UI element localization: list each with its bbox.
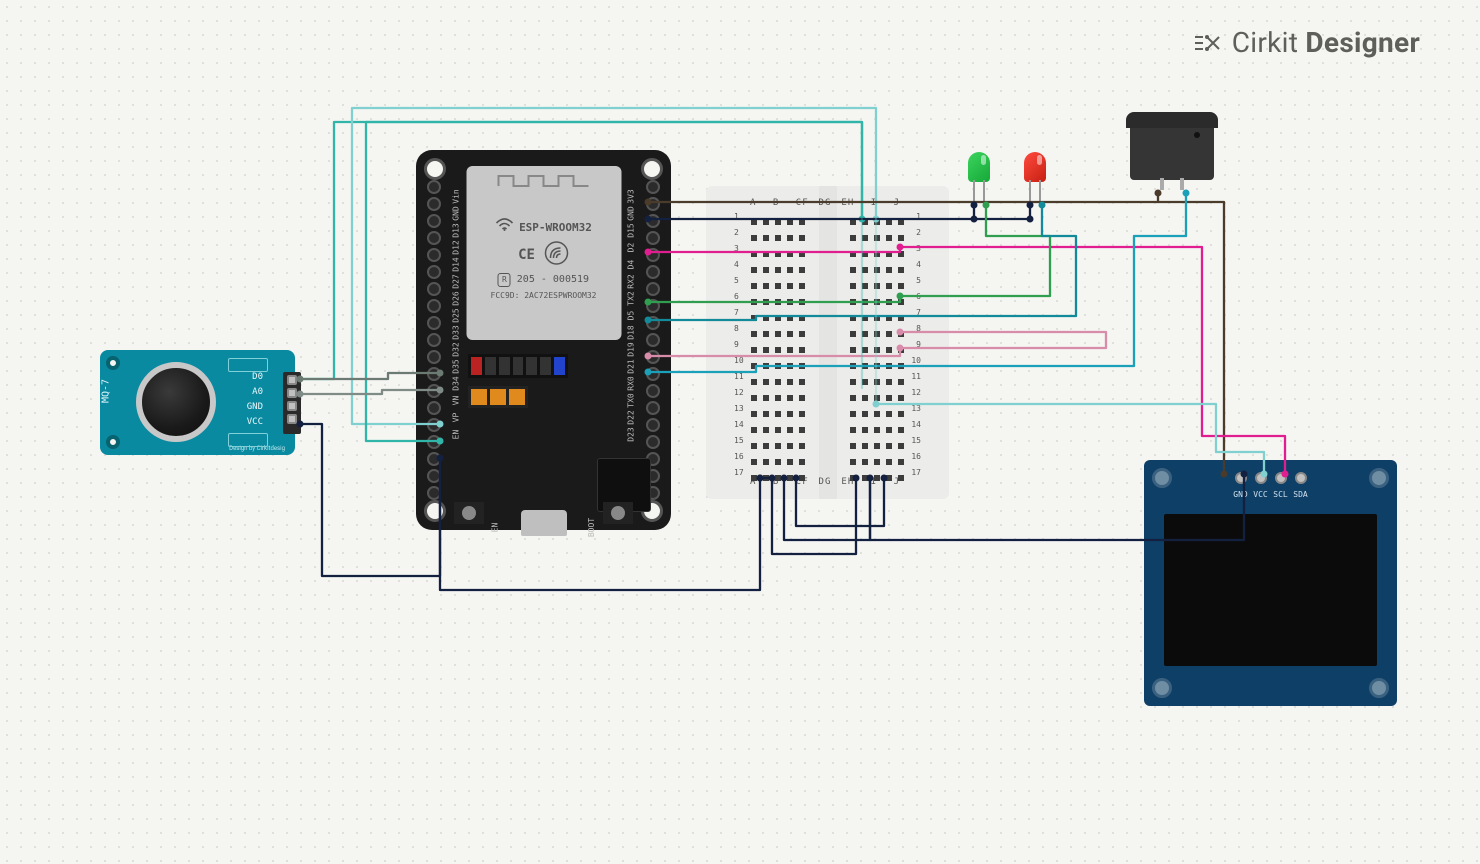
buzzer-body — [1130, 128, 1214, 180]
mq7-pin-vcc: VCC — [247, 417, 263, 427]
mq7-label: MQ-7 — [101, 378, 112, 402]
esp32-pins-left — [424, 178, 444, 501]
esp32-boot-label: BOOT — [587, 518, 596, 537]
logo-product: Designer — [1305, 26, 1420, 59]
breadboard-holes-right — [847, 214, 907, 486]
espressif-icon — [545, 241, 569, 270]
component-esp32[interactable]: ESP-WROOM32 CE R 205 - 000519 FCC9D: 2AC… — [416, 150, 671, 530]
buzzer-top — [1126, 112, 1218, 128]
mount-hole — [424, 158, 446, 180]
esp32-shield-title: ESP-WROOM32 — [519, 220, 592, 235]
component-mq7[interactable]: MQ-7 D0 A0 GND VCC Design by Cirkitdesig — [100, 350, 295, 455]
mount-hole — [106, 435, 120, 449]
mount-hole — [1369, 468, 1389, 488]
esp32-id: 205 - 000519 — [517, 273, 589, 287]
mq7-sensor-cap — [136, 362, 216, 442]
esp32-smd-row — [468, 354, 568, 378]
component-oled[interactable]: GND VCC SCL SDA — [1144, 460, 1397, 706]
mq7-pin-a0: A0 — [252, 387, 263, 397]
app-logo: Cirkit Designer — [1193, 26, 1420, 59]
mq7-pin-d0: D0 — [252, 372, 263, 382]
breadboard-holes-left — [748, 214, 808, 486]
oled-pinlabels: GND VCC SCL SDA — [1232, 490, 1310, 499]
mount-hole — [1369, 678, 1389, 698]
design-canvas[interactable]: Cirkit Designer MQ-7 D0 A0 GND VCC Desig… — [0, 0, 1480, 864]
mq7-pin-gnd: GND — [247, 402, 263, 412]
mount-hole — [424, 500, 446, 522]
esp32-pins-right — [643, 178, 663, 501]
mount-hole — [1152, 678, 1172, 698]
oled-screen — [1164, 514, 1377, 666]
esp32-en-label: EN — [490, 523, 499, 533]
esp32-boot-button[interactable] — [603, 502, 633, 524]
led-cathode — [973, 180, 975, 202]
led-anode — [1039, 180, 1041, 206]
mount-hole — [106, 356, 120, 370]
component-led-red[interactable] — [1024, 152, 1046, 204]
led-bulb — [968, 152, 990, 182]
esp32-smd-row2 — [468, 386, 528, 408]
esp32-usb — [521, 510, 567, 536]
wifi-icon — [495, 218, 513, 237]
logo-brand: Cirkit — [1232, 26, 1298, 59]
mq7-smd — [228, 433, 268, 447]
buzzer-pin-pos — [1180, 178, 1184, 190]
mq7-header — [283, 372, 301, 434]
led-bulb — [1024, 152, 1046, 182]
component-led-green[interactable] — [968, 152, 990, 204]
led-cathode — [1029, 180, 1031, 202]
mount-hole — [1152, 468, 1172, 488]
logo-icon — [1193, 31, 1223, 55]
mount-hole — [641, 158, 663, 180]
led-anode — [983, 180, 985, 206]
esp32-ce: CE — [518, 246, 535, 266]
mq7-smd — [228, 358, 268, 372]
esp32-fcc: FCC9D: 2AC72ESPWROOM32 — [474, 290, 614, 301]
oled-header — [1235, 472, 1307, 484]
esp32-shield: ESP-WROOM32 CE R 205 - 000519 FCC9D: 2AC… — [466, 166, 621, 340]
breadboard-cols-right-top: F G H I J — [802, 198, 905, 208]
breadboard-gap — [819, 186, 837, 499]
buzzer-pin-neg — [1160, 178, 1164, 190]
component-buzzer[interactable] — [1126, 112, 1218, 190]
esp32-pinlabels-left: ENVPVND34D35D32D33D25D26D27D14D12D13GNDV… — [446, 188, 466, 511]
esp32-en-button[interactable] — [454, 502, 484, 524]
component-breadboard[interactable]: A B C D E F G H I J A B C D E F G H I J … — [706, 186, 949, 499]
